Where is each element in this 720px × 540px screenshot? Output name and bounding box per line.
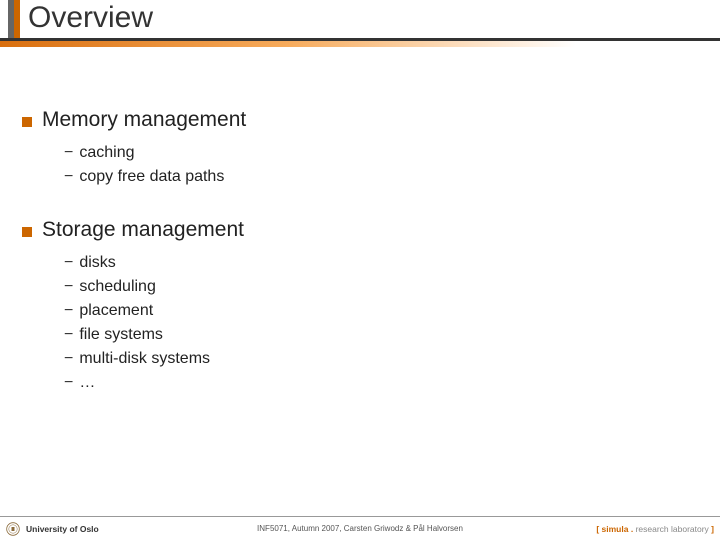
section-memory: Memory management − caching − copy free …: [22, 108, 720, 188]
dash-icon: −: [64, 348, 73, 370]
dash-icon: −: [64, 276, 73, 298]
title-area: Overview: [0, 0, 720, 36]
dash-icon: −: [64, 324, 73, 346]
title-accent-orange: [14, 0, 20, 38]
list-item: − placement: [64, 300, 720, 322]
list-item: − file systems: [64, 324, 720, 346]
list-item: − disks: [64, 252, 720, 274]
item-text: caching: [79, 142, 134, 164]
content-area: Memory management − caching − copy free …: [0, 36, 720, 394]
bullet-icon: [22, 227, 32, 237]
list-item: − multi-disk systems: [64, 348, 720, 370]
footer-suffix: research laboratory: [636, 524, 709, 534]
uio-seal-icon: [6, 522, 20, 536]
section-header: Memory management: [22, 108, 720, 132]
section-storage: Storage management − disks − scheduling …: [22, 218, 720, 394]
dash-icon: −: [64, 142, 73, 164]
dot-icon: .: [628, 524, 635, 534]
slide-title: Overview: [24, 0, 720, 36]
section-title: Storage management: [42, 218, 244, 242]
item-text: placement: [79, 300, 153, 322]
footer-brand: simula: [602, 524, 629, 534]
list-item: − scheduling: [64, 276, 720, 298]
bracket-close-icon: ]: [709, 524, 714, 534]
footer-lab: [ simula . research laboratory ]: [596, 524, 714, 534]
item-text: file systems: [79, 324, 163, 346]
list-item: − copy free data paths: [64, 166, 720, 188]
footer-course-info: INF5071, Autumn 2007, Carsten Griwodz & …: [257, 524, 463, 533]
bullet-icon: [22, 117, 32, 127]
sub-list: − disks − scheduling − placement − file …: [22, 250, 720, 394]
section-header: Storage management: [22, 218, 720, 242]
list-item: − …: [64, 372, 720, 394]
dash-icon: −: [64, 252, 73, 274]
item-text: disks: [79, 252, 115, 274]
sub-list: − caching − copy free data paths: [22, 140, 720, 188]
title-underline-gradient: [0, 41, 720, 47]
dash-icon: −: [64, 300, 73, 322]
dash-icon: −: [64, 372, 73, 394]
footer-left: University of Oslo: [0, 522, 99, 536]
dash-icon: −: [64, 166, 73, 188]
item-text: scheduling: [79, 276, 156, 298]
list-item: − caching: [64, 142, 720, 164]
item-text: copy free data paths: [79, 166, 224, 188]
section-title: Memory management: [42, 108, 246, 132]
item-text: multi-disk systems: [79, 348, 210, 370]
footer: University of Oslo INF5071, Autumn 2007,…: [0, 516, 720, 540]
footer-university: University of Oslo: [26, 524, 99, 534]
item-text: …: [79, 372, 95, 394]
